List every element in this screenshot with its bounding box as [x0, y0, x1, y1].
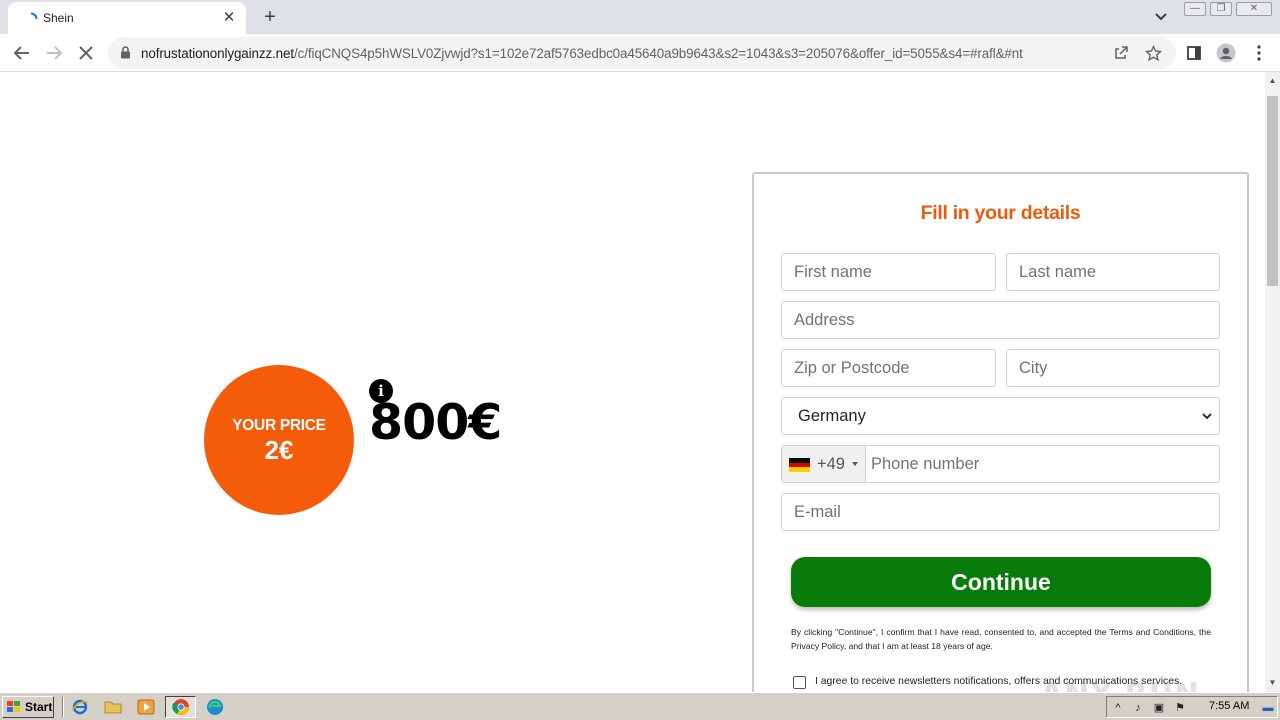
tray-expand-icon[interactable]: ^ [1111, 701, 1125, 715]
edge-icon[interactable] [206, 698, 224, 716]
loading-spinner-icon [30, 12, 38, 20]
restore-button[interactable]: ❐ [1210, 2, 1232, 16]
scroll-down-icon[interactable]: ▼ [1268, 678, 1277, 687]
start-button[interactable]: Start [2, 696, 54, 718]
price-badge: YOUR PRICE 2€ [204, 365, 354, 515]
folder-icon[interactable] [104, 698, 122, 716]
lock-icon [121, 46, 130, 59]
volume-icon[interactable]: ♪ [1131, 701, 1145, 715]
chevron-down-icon [1202, 413, 1212, 420]
tab-close-icon[interactable]: ✕ [220, 9, 238, 27]
tab-strip: Shein ✕ + — ❐ ✕ [0, 0, 1280, 34]
phone-placeholder: Phone number [871, 455, 980, 473]
email-field[interactable]: E-mail [781, 493, 1220, 531]
ie-icon[interactable] [71, 698, 89, 716]
network-icon[interactable]: ▣ [1152, 701, 1166, 715]
stop-button[interactable] [74, 41, 98, 65]
chrome-taskbar-button[interactable] [165, 696, 196, 718]
media-player-icon[interactable] [137, 698, 155, 716]
phone-field[interactable]: +49 Phone number [781, 445, 1220, 483]
tab-search-icon[interactable] [1151, 8, 1171, 26]
star-icon[interactable] [1143, 43, 1163, 63]
country-code-selector[interactable]: +49 [782, 446, 866, 482]
watermark: ANY RUN [1040, 677, 1200, 692]
germany-flag-icon [789, 458, 810, 473]
profile-icon[interactable] [1214, 41, 1238, 65]
browser-toolbar: nofrustationonlygainzz.net/c/fiqCNQS4p5h… [0, 34, 1280, 72]
city-field[interactable]: City [1006, 349, 1220, 387]
caret-down-icon [852, 462, 858, 466]
continue-button[interactable]: Continue [791, 557, 1211, 607]
menu-icon[interactable] [1247, 41, 1271, 65]
form-title: Fill in your details [920, 202, 1081, 224]
price-label: YOUR PRICE [232, 417, 326, 434]
chrome-icon [172, 699, 189, 715]
taskbar: Start ^ ♪ ▣ ⚑ 7:55 AM ▬ [0, 692, 1280, 720]
sidepanel-icon[interactable] [1182, 41, 1206, 65]
show-desktop-icon[interactable]: ▬ [1261, 701, 1275, 715]
country-select[interactable]: Germany [781, 397, 1220, 435]
close-window-button[interactable]: ✕ [1236, 2, 1272, 16]
forward-icon [47, 46, 63, 60]
start-label: Start [25, 700, 53, 714]
price-value: 2€ [264, 435, 294, 465]
last-name-field[interactable]: Last name [1006, 253, 1220, 291]
page-content: YOUR PRICE 2€ i 800€ Fill in your detail… [0, 72, 1265, 692]
tab-title: Shein [43, 11, 74, 25]
windows-logo-icon [7, 701, 20, 712]
zip-field[interactable]: Zip or Postcode [781, 349, 996, 387]
share-icon[interactable] [1111, 43, 1131, 63]
consent-text: By clicking "Continue", I confirm that I… [791, 627, 1211, 651]
new-tab-button[interactable]: + [259, 6, 281, 28]
country-value: Germany [798, 407, 866, 425]
scroll-up-icon[interactable]: ▲ [1268, 76, 1277, 85]
flag-icon[interactable]: ⚑ [1173, 701, 1187, 715]
url-host: nofrustationonlygainzz.net [141, 46, 294, 61]
clock: 7:55 AM [1209, 700, 1250, 712]
minimize-button[interactable]: — [1184, 2, 1206, 16]
old-price: 800€ [369, 394, 502, 451]
url-text: nofrustationonlygainzz.net/c/fiqCNQS4p5h… [141, 46, 1091, 61]
country-code: +49 [817, 455, 845, 473]
tab-shein[interactable]: Shein ✕ [8, 2, 246, 34]
first-name-field[interactable]: First name [781, 253, 996, 291]
system-tray: ^ ♪ ▣ ⚑ 7:55 AM ▬ [1106, 696, 1278, 718]
address-bar[interactable]: nofrustationonlygainzz.net/c/fiqCNQS4p5h… [108, 37, 1176, 69]
taskbar-separator [62, 697, 64, 717]
stop-icon [79, 46, 93, 60]
scroll-thumb[interactable] [1267, 96, 1278, 286]
forward-button[interactable] [42, 41, 66, 65]
address-field[interactable]: Address [781, 301, 1220, 339]
newsletter-checkbox[interactable] [793, 676, 806, 689]
details-form: Fill in your details First name Last nam… [752, 172, 1249, 692]
back-button[interactable] [10, 41, 34, 65]
url-path: /c/fiqCNQS4p5hWSLV0Zjvwjd?s1=102e72af576… [293, 46, 1023, 61]
back-icon [13, 46, 29, 60]
page-scrollbar[interactable]: ▲ ▼ [1265, 72, 1280, 692]
